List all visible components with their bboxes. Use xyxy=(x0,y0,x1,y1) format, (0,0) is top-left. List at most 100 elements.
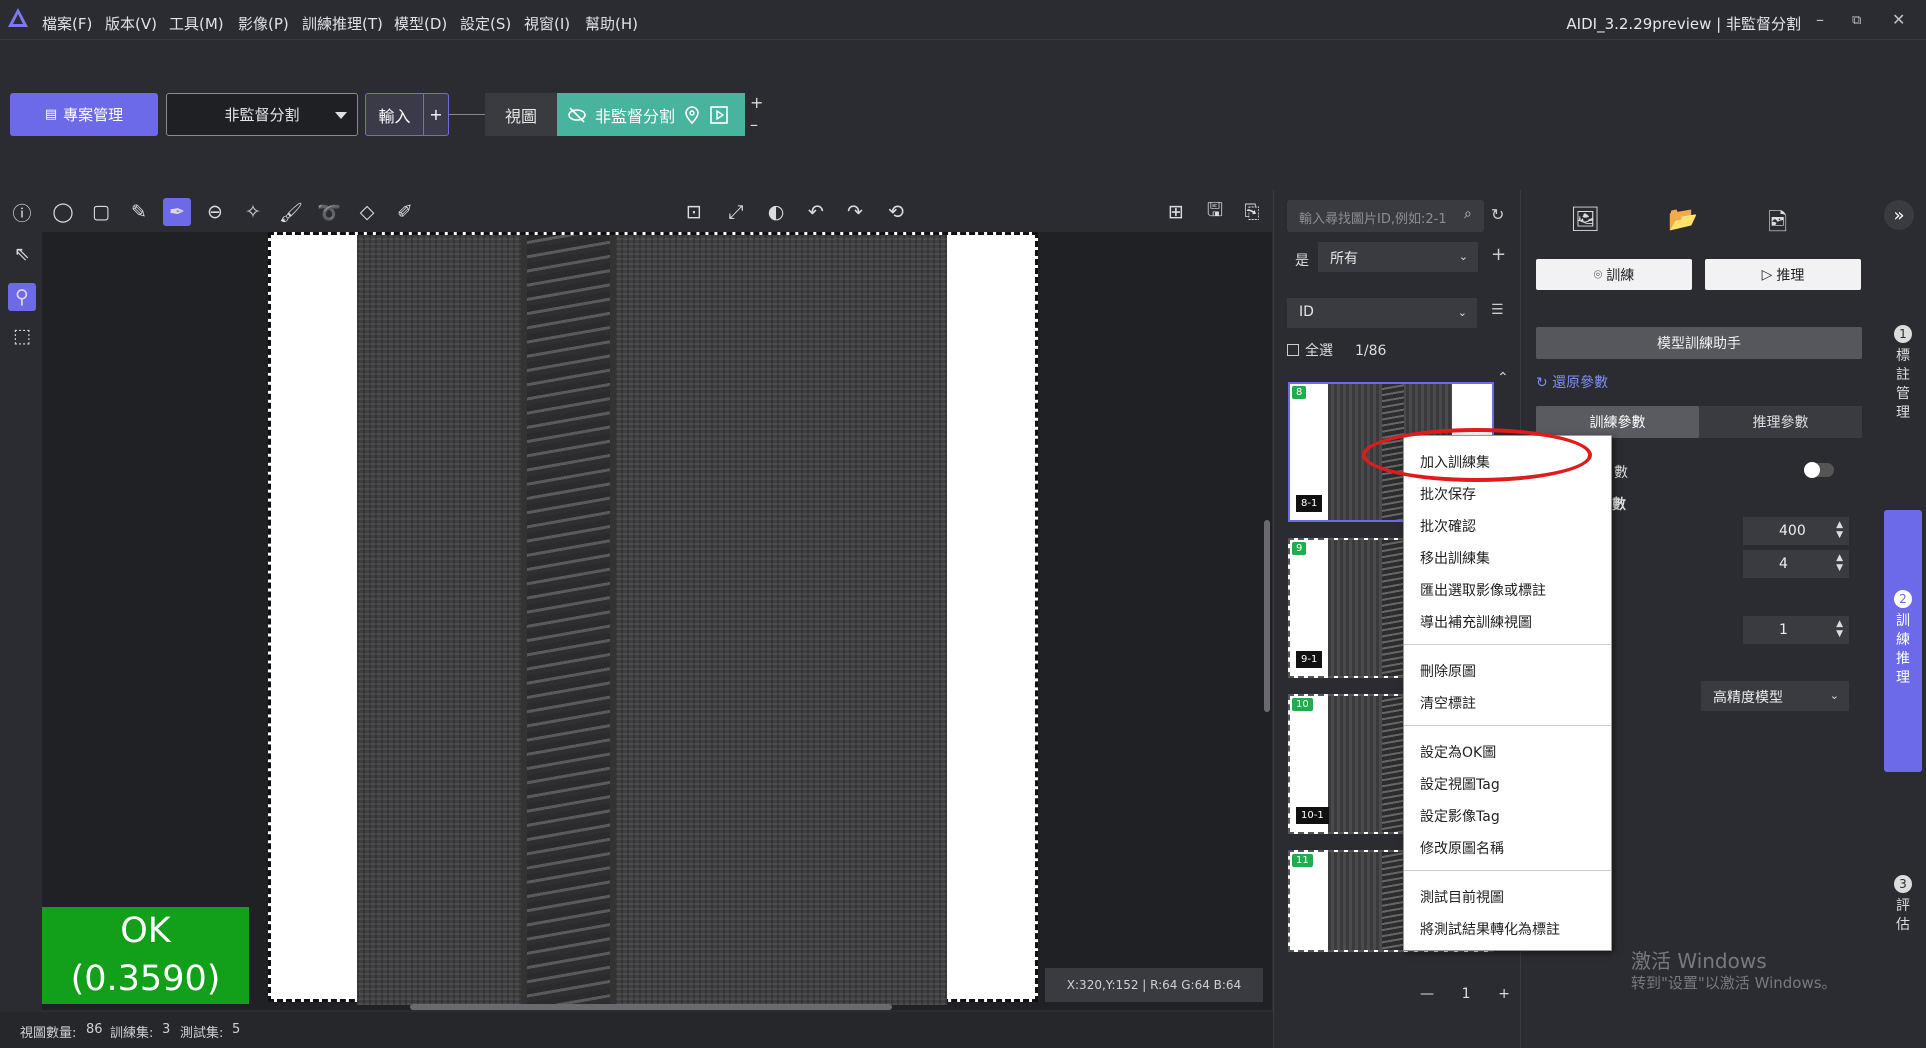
menu-help[interactable]: 幫助(H) xyxy=(585,13,638,34)
menu-item-set-ok[interactable]: 設定為OK圖 xyxy=(1420,742,1496,762)
brush-tool-icon[interactable]: 🖌 xyxy=(277,198,305,226)
undo-icon[interactable]: ↶ xyxy=(802,198,830,226)
spin-arrows-icon[interactable]: ▲ ▼ xyxy=(1836,553,1843,573)
model-type-select[interactable]: 高精度模型 ⌄ xyxy=(1701,681,1849,711)
palette-icon[interactable]: ◐ xyxy=(762,198,790,226)
rectangle-tool-icon[interactable]: ▢ xyxy=(87,198,115,226)
tab-infer-params[interactable]: 推理參數 xyxy=(1699,406,1862,438)
menu-file[interactable]: 檔案(F) xyxy=(42,13,92,34)
circle-cut-tool-icon[interactable]: ⊖ xyxy=(201,198,229,226)
horizontal-scrollbar[interactable] xyxy=(410,1004,892,1010)
add-module-button[interactable]: + xyxy=(750,94,763,112)
page-next-button[interactable]: + xyxy=(1498,986,1510,1002)
menu-train-infer[interactable]: 訓練推理(T) xyxy=(302,13,383,34)
view-count-label: 視圖數量: xyxy=(20,1026,77,1041)
nav-label: 標註管理 xyxy=(1896,348,1910,421)
menu-version[interactable]: 版本(V) xyxy=(105,13,157,34)
annotate-mode-icon[interactable]: ⚲ xyxy=(8,283,36,311)
nav-annotation-management[interactable]: 1 標註管理 xyxy=(1884,325,1922,423)
ok-flag-icon[interactable]: ⊞ xyxy=(1162,198,1190,226)
menu-item-clear-annotations[interactable]: 清空標註 xyxy=(1420,693,1476,713)
sort-order-icon[interactable]: ☰ xyxy=(1491,302,1504,318)
view-button[interactable]: 視圖 xyxy=(485,93,557,136)
lasso-tool-icon[interactable]: ➰ xyxy=(315,198,343,226)
mode-select[interactable]: 非監督分割 xyxy=(166,93,358,136)
spin-arrows-icon[interactable]: ▲ ▼ xyxy=(1836,619,1843,639)
save-icon[interactable]: 🖫 xyxy=(1201,198,1229,226)
sort-select[interactable]: ID ⌄ xyxy=(1287,298,1477,328)
menu-item-remove-from-train[interactable]: 移出訓練集 xyxy=(1420,548,1490,568)
unsupervised-segmentation-module[interactable]: 非監督分割 xyxy=(557,93,745,136)
tab-train-params[interactable]: 訓練參數 xyxy=(1536,406,1699,438)
window-title: AIDI_3.2.29preview | 非監督分割 xyxy=(1566,15,1801,33)
menu-item-export-selected[interactable]: 匯出選取影像或標註 xyxy=(1420,580,1546,600)
menu-settings[interactable]: 設定(S) xyxy=(460,13,511,34)
nav-evaluate[interactable]: 3 評估 xyxy=(1884,875,1922,935)
param-spinbox-1[interactable]: 400 ▲ ▼ xyxy=(1743,517,1849,545)
filter-select[interactable]: 所有 ⌄ xyxy=(1318,242,1478,272)
restore-button[interactable]: ⧉ xyxy=(1852,13,1861,28)
input-tab[interactable]: 輸入 + xyxy=(365,93,449,136)
param-spinbox-2[interactable]: 4 ▲ ▼ xyxy=(1743,550,1849,578)
close-button[interactable]: ✕ xyxy=(1892,10,1905,29)
roi-mode-icon[interactable]: ⬚ xyxy=(8,322,36,350)
chevron-down-icon: ⌄ xyxy=(1829,689,1839,702)
model-training-helper-button[interactable]: 模型訓練助手 xyxy=(1536,327,1862,359)
image-search-input[interactable]: 輸入尋找圖片ID,例如:2-1 xyxy=(1287,200,1484,232)
checkbox[interactable] xyxy=(1287,344,1299,356)
param-toggle[interactable] xyxy=(1804,462,1834,478)
info-icon[interactable]: ⓘ xyxy=(8,198,36,226)
menu-model[interactable]: 模型(D) xyxy=(394,13,447,34)
menu-tools[interactable]: 工具(M) xyxy=(169,13,224,34)
menu-item-batch-confirm[interactable]: 批次確認 xyxy=(1420,516,1476,536)
zipper-teeth xyxy=(521,235,616,1005)
page-prev-button[interactable]: — xyxy=(1420,986,1434,1002)
menu-item-rename-image[interactable]: 修改原圖名稱 xyxy=(1420,838,1504,858)
save-all-icon[interactable]: ⎘ xyxy=(1238,198,1266,226)
add-image-icon[interactable]: 🖼 xyxy=(1570,205,1600,233)
expand-icon[interactable]: ⤢ xyxy=(722,198,750,226)
nav-train-infer[interactable]: 2 訓練推理 xyxy=(1884,510,1922,772)
magic-wand-icon[interactable]: ✧ xyxy=(239,198,267,226)
collapse-up-icon[interactable]: ⌃ xyxy=(1497,370,1509,386)
vertical-scrollbar[interactable] xyxy=(1264,520,1270,712)
remove-module-button[interactable]: – xyxy=(750,116,758,134)
pencil-tool-icon[interactable]: ✎ xyxy=(125,198,153,226)
select-cursor-icon[interactable]: ⇖ xyxy=(8,240,36,268)
infer-button[interactable]: ▷ 推理 xyxy=(1705,259,1861,290)
redo-icon[interactable]: ↷ xyxy=(841,198,869,226)
project-management-button[interactable]: ▤ 專案管理 xyxy=(10,93,158,136)
menu-item-set-image-tag[interactable]: 設定影像Tag xyxy=(1420,806,1500,826)
pager: — 1 + xyxy=(1420,980,1510,1008)
spin-arrows-icon[interactable]: ▲ ▼ xyxy=(1836,520,1843,540)
param-spinbox-3[interactable]: 1 ▲ ▼ xyxy=(1743,616,1849,644)
menu-item-export-supplement[interactable]: 導出補充訓練視圖 xyxy=(1420,612,1532,632)
menu-item-test-current-view[interactable]: 測試目前視圖 xyxy=(1420,887,1504,907)
edit-image-icon[interactable]: 🖻 xyxy=(1768,205,1787,246)
edit-tool-icon[interactable]: ✐ xyxy=(391,198,419,226)
search-icon[interactable]: ⌕ xyxy=(1464,206,1472,222)
restore-params-link[interactable]: ↻ 還原參數 xyxy=(1536,372,1608,392)
menu-separator xyxy=(1404,870,1611,871)
menu-item-convert-results[interactable]: 將測試結果轉化為標註 xyxy=(1420,919,1560,939)
zipper-image[interactable] xyxy=(268,232,1038,1005)
add-input-button[interactable]: + xyxy=(424,94,448,135)
minimize-button[interactable]: – xyxy=(1816,10,1824,29)
train-button[interactable]: ⌾ 訓練 xyxy=(1536,259,1692,290)
menu-item-set-view-tag[interactable]: 設定視圖Tag xyxy=(1420,774,1500,794)
repeat-icon[interactable]: ⟲ xyxy=(882,198,910,226)
menu-item-delete-image[interactable]: 刪除原圖 xyxy=(1420,661,1476,681)
menu-window[interactable]: 視窗(I) xyxy=(524,13,570,34)
select-all[interactable]: 全選 1/86 xyxy=(1287,340,1386,360)
collapse-panel-icon[interactable]: » xyxy=(1884,200,1914,230)
menu-image[interactable]: 影像(P) xyxy=(238,13,289,34)
refresh-icon[interactable]: ↻ xyxy=(1491,205,1504,224)
pen-tool-icon[interactable]: ✒ xyxy=(163,198,191,226)
menu-item-batch-save[interactable]: 批次保存 xyxy=(1420,484,1476,504)
view-fit-icon[interactable]: ⊡ xyxy=(680,198,708,226)
add-folder-icon[interactable]: 📂 xyxy=(1668,205,1698,233)
ellipse-tool-icon[interactable]: ◯ xyxy=(49,198,77,226)
page-number[interactable]: 1 xyxy=(1462,986,1471,1002)
add-filter-icon[interactable]: + xyxy=(1491,244,1506,265)
eraser-tool-icon[interactable]: ◇ xyxy=(353,198,381,226)
